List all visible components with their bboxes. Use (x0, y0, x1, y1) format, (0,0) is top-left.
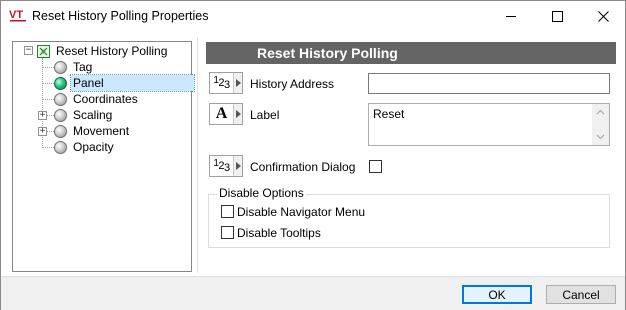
numeric-123-icon: 123 (210, 156, 234, 176)
tree-guide-line (42, 83, 54, 84)
maximize-icon (551, 11, 563, 22)
green-ball-icon (54, 76, 67, 90)
tree-item-label: Movement (73, 124, 130, 138)
history-address-input[interactable] (368, 73, 610, 94)
tree-item-label: Opacity (73, 140, 114, 154)
disable-navigator-menu-label[interactable]: Disable Navigator Menu (237, 205, 365, 219)
tree-item-label: Scaling (73, 108, 113, 122)
tree-item-movement[interactable]: Movement (54, 123, 131, 139)
gray-ball-icon (54, 60, 67, 74)
ok-button[interactable]: OK (462, 285, 532, 304)
tree-item-label: Coordinates (73, 92, 138, 106)
scroll-up-icon (596, 109, 605, 115)
text-A-icon: A (210, 104, 234, 124)
properties-dialog: VT Reset History Polling Properties − Re… (0, 0, 626, 310)
gray-ball-icon (54, 92, 67, 106)
tree-item-tag[interactable]: Tag (54, 59, 94, 75)
textarea-scrollbar[interactable] (592, 104, 609, 145)
panel-divider (197, 37, 198, 273)
label-textarea-value: Reset (373, 107, 405, 121)
tree-guide-line (42, 147, 54, 148)
tree-collapse-toggle[interactable]: − (24, 46, 33, 55)
tree-guide-line (42, 99, 54, 100)
tree-guide-line (46, 115, 54, 116)
scroll-down-icon (596, 134, 605, 140)
chevron-right-icon (235, 110, 241, 118)
tree-item-label: Tag (73, 60, 93, 74)
gray-ball-icon (54, 140, 67, 154)
dialog-footer: OK Cancel (1, 276, 625, 310)
disable-navigator-menu-checkbox[interactable] (221, 205, 234, 218)
disable-tooltips-label[interactable]: Disable Tooltips (237, 226, 321, 240)
properties-tree[interactable]: − Reset History Polling Tag Panel Coordi… (12, 41, 195, 272)
tree-guide-line (46, 131, 54, 132)
chevron-right-icon (235, 79, 241, 87)
close-button[interactable] (580, 1, 626, 32)
tree-expand-toggle-scaling[interactable]: + (38, 111, 47, 120)
disable-options-title: Disable Options (217, 186, 306, 200)
root-object-icon (37, 44, 50, 58)
minimize-icon (505, 16, 516, 17)
tree-expand-toggle-movement[interactable]: + (38, 127, 47, 136)
title-bar: VT Reset History Polling Properties (1, 1, 625, 32)
minimize-button[interactable] (488, 1, 534, 32)
svg-text:VT: VT (9, 9, 23, 21)
tree-item-opacity[interactable]: Opacity (54, 139, 116, 155)
tree-item-panel[interactable]: Panel (54, 74, 195, 92)
gray-ball-icon (54, 108, 67, 122)
tree-root-item[interactable]: Reset History Polling (37, 43, 169, 59)
confirmation-dialog-type-selector[interactable]: 123 (209, 155, 243, 177)
history-address-label: History Address (250, 77, 335, 91)
confirmation-dialog-label: Confirmation Dialog (250, 160, 356, 174)
chevron-right-icon (235, 162, 241, 170)
maximize-button[interactable] (534, 1, 580, 32)
tree-item-label: Panel (70, 74, 195, 92)
label-type-selector[interactable]: A (209, 103, 243, 125)
label-textarea[interactable]: Reset (368, 103, 610, 146)
section-header: Reset History Polling (206, 42, 616, 64)
tree-item-scaling[interactable]: Scaling (54, 107, 114, 123)
tree-guide-line (42, 67, 54, 68)
disable-tooltips-checkbox[interactable] (221, 226, 234, 239)
confirmation-dialog-checkbox[interactable] (369, 160, 382, 173)
history-address-type-selector[interactable]: 123 (209, 72, 243, 94)
cancel-button[interactable]: Cancel (546, 285, 616, 304)
tree-item-coordinates[interactable]: Coordinates (54, 91, 140, 107)
vt-logo-icon: VT (9, 9, 26, 22)
gray-ball-icon (54, 124, 67, 138)
window-title: Reset History Polling Properties (32, 9, 209, 23)
tree-root-label: Reset History Polling (56, 44, 168, 58)
numeric-123-icon: 123 (210, 73, 234, 93)
close-icon (597, 11, 609, 22)
label-field-label: Label (250, 108, 280, 122)
